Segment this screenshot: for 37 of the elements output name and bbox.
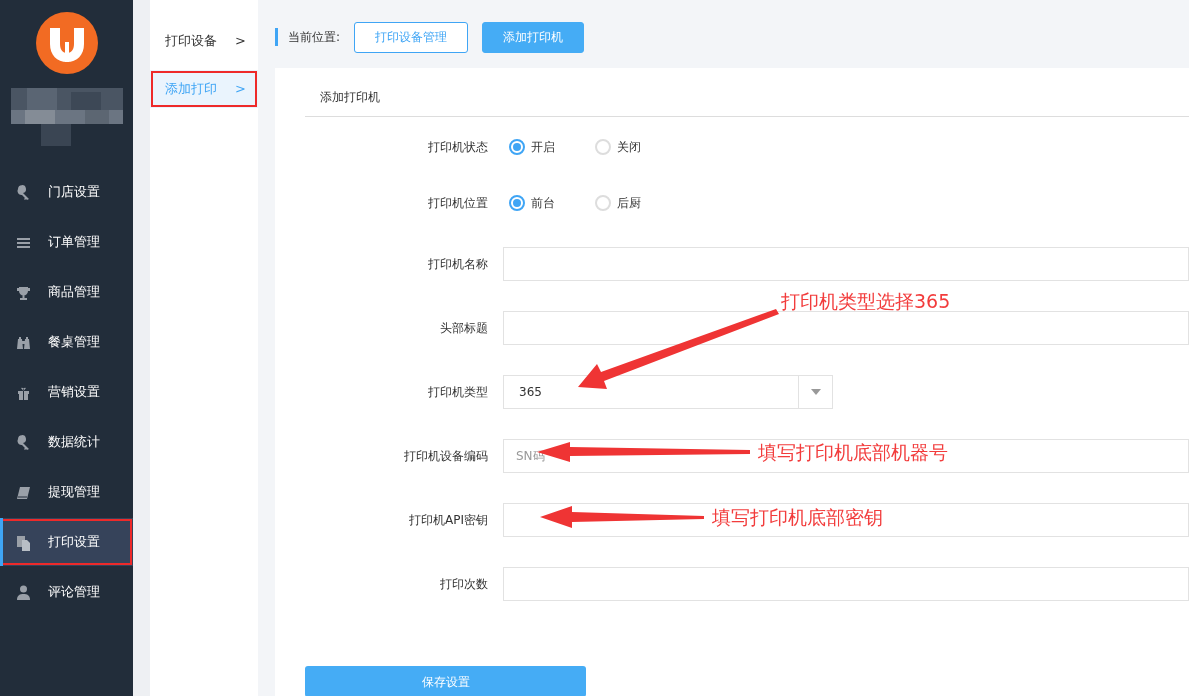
field-label: 打印次数 (439, 576, 489, 593)
sidebar-item[interactable]: 门店设置 (0, 168, 133, 216)
field-label: 打印机设备编码 (403, 448, 489, 465)
input-field[interactable] (503, 247, 1189, 281)
fork-logo (35, 12, 98, 74)
sidebar-item[interactable]: 商品管理 (0, 268, 133, 316)
radio-option[interactable]: 开启 (509, 138, 555, 156)
field-label: 头部标题 (439, 320, 489, 337)
input-field[interactable] (503, 503, 1189, 537)
annotation-text: 打印机类型选择365 (781, 292, 951, 311)
key-icon (15, 433, 32, 451)
field-label: 打印机位置 (427, 195, 489, 212)
sidebar-item[interactable]: 营销设置 (0, 368, 133, 416)
annotation-text: 填写打印机底部密钥 (712, 508, 883, 527)
sidebar-item[interactable]: 订单管理 (0, 218, 133, 266)
input-field[interactable] (503, 567, 1189, 601)
person-icon (15, 583, 32, 601)
form-title: 添加打印机 (305, 88, 1189, 117)
caret-icon (810, 389, 821, 395)
field-label: 打印机类型 (427, 384, 489, 401)
key-icon (15, 183, 32, 201)
sidebar-item[interactable]: 数据统计 (0, 418, 133, 466)
document-icon (15, 533, 32, 551)
field-label: 打印机状态 (427, 139, 489, 156)
breadcrumb-label: 当前位置: (275, 28, 341, 46)
field-label: 打印机名称 (427, 256, 489, 273)
input-field[interactable] (503, 311, 1189, 345)
sidebar-item[interactable]: 打印设置 (0, 518, 133, 566)
sidebar-item[interactable]: 提现管理 (0, 468, 133, 516)
radio-option[interactable]: 前台 (509, 194, 555, 212)
sidebar-item[interactable]: 评论管理 (0, 568, 133, 616)
field-label: 打印机API密钥 (408, 512, 489, 529)
submenu-item[interactable]: 打印设备 > (150, 22, 258, 60)
radio-option[interactable]: 关闭 (595, 138, 641, 156)
sidebar-item[interactable]: 餐桌管理 (0, 318, 133, 366)
radio-option[interactable]: 后厨 (595, 194, 641, 212)
annotation-text: 填写打印机底部机器号 (758, 443, 948, 462)
